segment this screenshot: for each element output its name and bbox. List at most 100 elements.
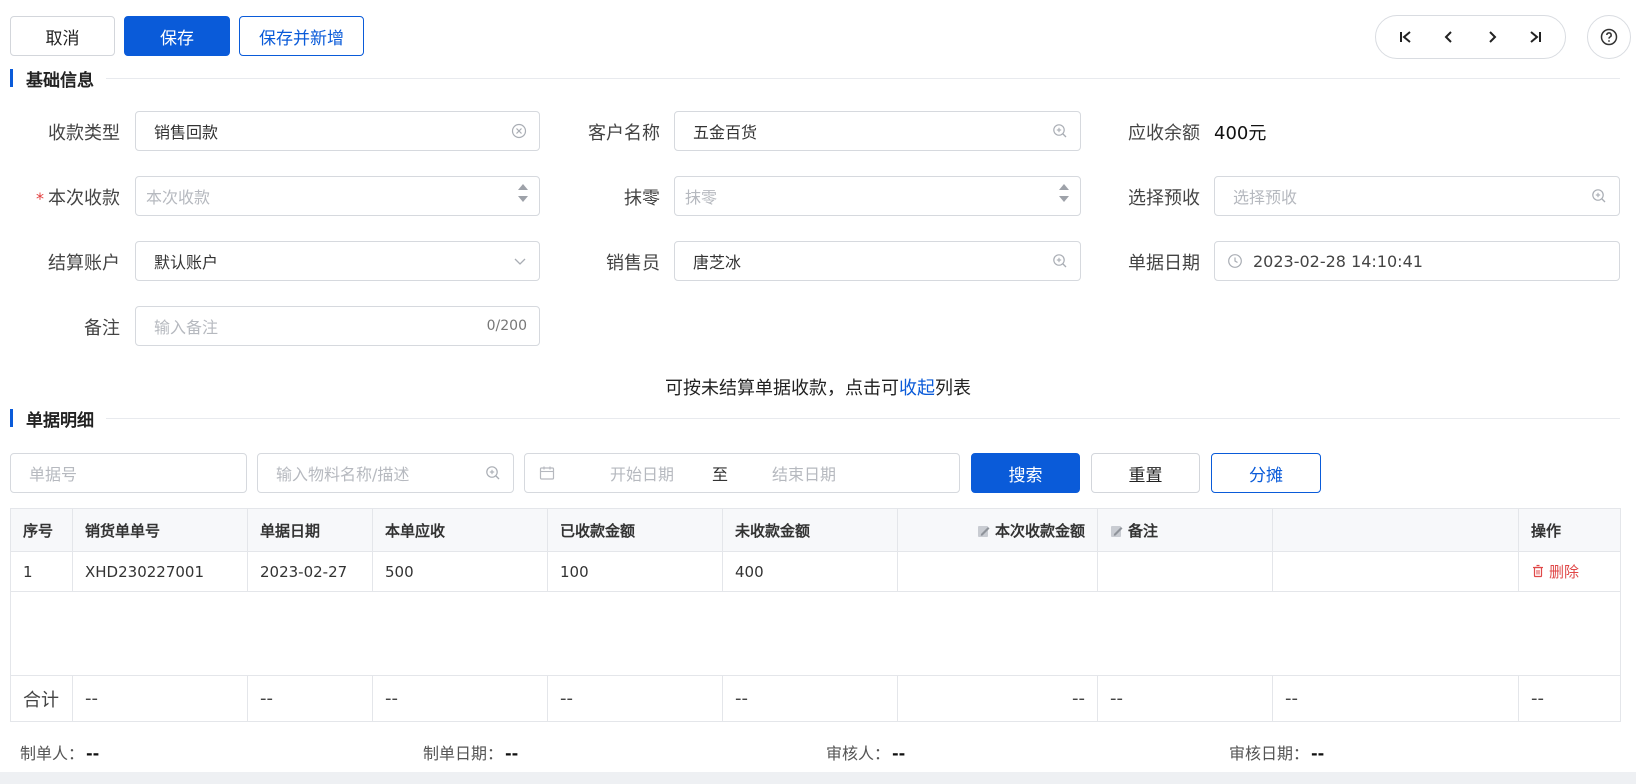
rounding-label: 抹零 xyxy=(624,188,660,209)
salesperson-input[interactable]: 唐芝冰 xyxy=(674,241,1081,281)
save-button[interactable]: 保存 xyxy=(124,16,230,56)
creator-value: -- xyxy=(86,744,100,763)
material-filter-input[interactable]: 输入物料名称/描述 xyxy=(257,453,514,493)
doc-no-placeholder: 单据号 xyxy=(29,465,78,484)
col-action: 操作 xyxy=(1518,508,1621,552)
remark-label: 备注 xyxy=(84,318,120,339)
delete-row-button[interactable]: 删除 xyxy=(1531,561,1579,582)
collapse-list-link[interactable]: 收起 xyxy=(899,378,935,399)
allocate-button[interactable]: 分摊 xyxy=(1211,453,1321,493)
receipt-type-select[interactable]: 销售回款 xyxy=(135,111,540,151)
total-cell: -- xyxy=(1272,675,1519,722)
record-navigation xyxy=(1375,15,1566,59)
clear-icon[interactable] xyxy=(511,123,527,139)
col-index: 序号 xyxy=(10,508,73,552)
account-select[interactable]: 默认账户 xyxy=(135,241,540,281)
col-current-amount: 本次收款金额 xyxy=(897,508,1098,552)
date-range-separator: 至 xyxy=(712,465,729,484)
doc-no-filter-input[interactable]: 单据号 xyxy=(10,453,247,493)
doc-date-picker[interactable]: 2023-02-28 14:10:41 xyxy=(1214,241,1620,281)
section-basic-info: 基础信息 xyxy=(10,67,1620,91)
help-button[interactable] xyxy=(1587,15,1631,59)
search-button[interactable]: 搜索 xyxy=(971,453,1080,493)
clock-icon xyxy=(1228,254,1242,268)
zoom-search-icon[interactable] xyxy=(1052,253,1068,269)
chevron-down-icon[interactable] xyxy=(513,254,527,268)
caret-down-icon[interactable] xyxy=(517,196,529,203)
material-placeholder: 输入物料名称/描述 xyxy=(276,465,410,484)
section-accent-bar xyxy=(10,409,13,427)
created-date-info: 制单日期： -- xyxy=(423,740,518,764)
table-header-row: 序号 销货单单号 单据日期 本单应收 已收款金额 未收款金额 本次收款金额 备注… xyxy=(10,508,1621,552)
cell-action: 删除 xyxy=(1518,551,1621,592)
total-label: 合计 xyxy=(10,675,73,722)
calendar-icon xyxy=(539,466,555,480)
caret-up-icon[interactable] xyxy=(1058,183,1070,190)
hint-prefix: 可按未结算单据收款，点击可 xyxy=(665,378,899,399)
receipt-type-label: 收款类型 xyxy=(48,123,120,144)
collapse-hint: 可按未结算单据收款，点击可收起列表 xyxy=(0,374,1636,400)
cell-unreceived: 400 xyxy=(722,551,898,592)
reviewer-value: -- xyxy=(892,744,906,763)
date-range-picker[interactable]: 开始日期 至 结束日期 xyxy=(524,453,960,493)
next-record-button[interactable] xyxy=(1474,19,1510,55)
document-detail-table: 序号 销货单单号 单据日期 本单应收 已收款金额 未收款金额 本次收款金额 备注… xyxy=(10,508,1621,722)
caret-down-icon[interactable] xyxy=(1058,196,1070,203)
reset-button[interactable]: 重置 xyxy=(1091,453,1200,493)
section-accent-bar xyxy=(10,69,13,87)
prepayment-label: 选择预收 xyxy=(1128,188,1200,209)
total-cell: -- xyxy=(547,675,723,722)
cell-index: 1 xyxy=(10,551,73,592)
save-and-new-button[interactable]: 保存并新增 xyxy=(239,16,364,56)
receipt-type-value: 销售回款 xyxy=(154,123,219,142)
col-received: 已收款金额 xyxy=(547,508,723,552)
receivable-balance-value: 400元 xyxy=(1214,123,1267,144)
col-unreceived: 未收款金额 xyxy=(722,508,898,552)
current-amount-input[interactable]: 本次收款 xyxy=(135,176,540,216)
skip-first-icon xyxy=(1399,31,1411,43)
zoom-search-icon[interactable] xyxy=(1052,123,1068,139)
cell-received: 100 xyxy=(547,551,723,592)
first-record-button[interactable] xyxy=(1388,19,1424,55)
cell-remark[interactable] xyxy=(1097,551,1273,592)
last-record-button[interactable] xyxy=(1517,19,1553,55)
amount-stepper[interactable] xyxy=(517,183,529,203)
col-remark: 备注 xyxy=(1097,508,1273,552)
start-date-input[interactable]: 开始日期 xyxy=(610,461,674,485)
rounding-stepper[interactable] xyxy=(1058,183,1070,203)
col-doc-date: 单据日期 xyxy=(247,508,373,552)
cell-receivable: 500 xyxy=(372,551,548,592)
remark-input[interactable]: 输入备注 0/200 xyxy=(135,306,540,346)
receivable-balance-label: 应收余额 xyxy=(1128,123,1200,144)
total-cell: -- xyxy=(72,675,248,722)
customer-label: 客户名称 xyxy=(588,123,660,144)
delete-label: 删除 xyxy=(1549,562,1580,581)
creator-label: 制单人： xyxy=(20,744,85,763)
zoom-search-icon[interactable] xyxy=(485,465,501,481)
customer-input[interactable]: 五金百货 xyxy=(674,111,1081,151)
col-receivable: 本单应收 xyxy=(372,508,548,552)
hint-suffix: 列表 xyxy=(935,378,971,399)
cancel-button[interactable]: 取消 xyxy=(10,16,115,56)
rounding-input[interactable]: 抹零 xyxy=(674,176,1081,216)
review-date-info: 审核日期： -- xyxy=(1229,740,1324,764)
prepayment-input[interactable]: 选择预收 xyxy=(1214,176,1620,216)
doc-date-label: 单据日期 xyxy=(1128,253,1200,274)
account-label: 结算账户 xyxy=(48,253,120,274)
remark-placeholder: 输入备注 xyxy=(154,318,219,337)
cell-extra xyxy=(1272,551,1519,592)
cell-current-amount[interactable] xyxy=(897,551,1098,592)
review-date-label: 审核日期： xyxy=(1229,744,1310,763)
cell-order-no: XHD230227001 xyxy=(72,551,248,592)
end-date-input[interactable]: 结束日期 xyxy=(772,461,836,485)
account-value: 默认账户 xyxy=(154,253,219,272)
zoom-search-icon[interactable] xyxy=(1591,188,1607,204)
skip-last-icon xyxy=(1530,31,1542,43)
prev-record-button[interactable] xyxy=(1431,19,1467,55)
col-extra xyxy=(1272,508,1519,552)
current-amount-placeholder: 本次收款 xyxy=(146,188,211,207)
chevron-right-icon xyxy=(1489,31,1497,43)
total-cell: -- xyxy=(897,675,1098,722)
caret-up-icon[interactable] xyxy=(517,183,529,190)
section-divider xyxy=(106,77,1620,79)
